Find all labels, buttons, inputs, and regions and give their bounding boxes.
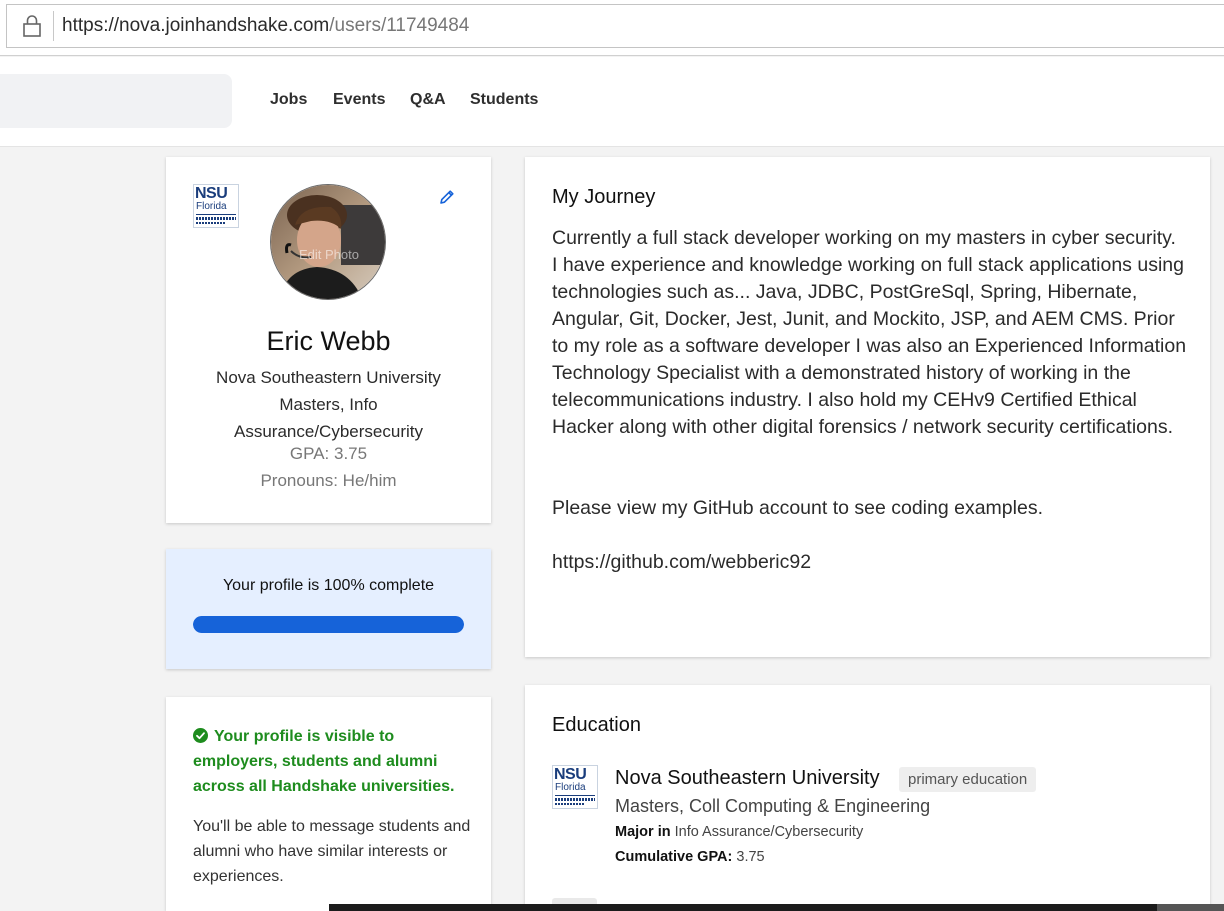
education-gpa: Cumulative GPA: 3.75	[615, 849, 765, 865]
nav-students[interactable]: Students	[470, 91, 538, 109]
journey-body: Currently a full stack developer working…	[552, 225, 1192, 576]
avatar-photo	[271, 185, 385, 299]
visibility-body: You'll be able to message students and a…	[193, 818, 471, 885]
nav-jobs[interactable]: Jobs	[270, 91, 307, 109]
lock-icon	[23, 15, 41, 37]
journey-title: My Journey	[552, 186, 656, 208]
progress-text: Your profile is 100% complete	[222, 577, 435, 594]
journey-paragraph-1: Currently a full stack developer working…	[552, 227, 1176, 249]
visibility-card: Your profile is visible to employers, st…	[166, 697, 491, 911]
browser-toolbar: https://nova.joinhandshake.com/users/117…	[0, 0, 1224, 56]
url-host: https://nova.joinhandshake.com	[62, 15, 330, 36]
taskbar	[329, 904, 1224, 911]
major-label: Major in	[615, 824, 671, 840]
top-navigation: Jobs Events Q&A Students	[0, 57, 1224, 147]
visibility-headline: Your profile is visible to employers, st…	[193, 724, 473, 799]
github-link[interactable]: https://github.com/webberic92	[552, 549, 1192, 576]
edu-logo-subtext: Florida	[555, 782, 586, 793]
url-path: /users/11749484	[329, 15, 470, 36]
journey-paragraph-2: I have experience and knowledge working …	[552, 254, 1187, 438]
check-circle-icon	[193, 728, 208, 743]
journey-card: My Journey Currently a full stack develo…	[525, 157, 1210, 657]
profile-school: Nova Southeastern University Masters, In…	[166, 364, 491, 445]
nav-events[interactable]: Events	[333, 91, 385, 109]
url-text[interactable]: https://nova.joinhandshake.com/users/117…	[62, 15, 469, 37]
taskbar-edge	[1157, 904, 1224, 911]
nav-qa[interactable]: Q&A	[410, 91, 446, 109]
progress-bar	[193, 616, 464, 633]
school-line-2: Masters, Info	[279, 395, 378, 414]
progress-fill	[193, 616, 464, 633]
education-school-logo: NSU Florida	[552, 765, 598, 809]
visibility-headline-text: Your profile is visible to employers, st…	[193, 728, 455, 795]
primary-education-badge: primary education	[899, 767, 1037, 792]
school-line-3: Assurance/Cybersecurity	[234, 422, 423, 441]
education-card: Education NSU Florida Nova Southeastern …	[525, 685, 1210, 911]
education-school-name[interactable]: Nova Southeastern University	[615, 767, 880, 790]
avatar[interactable]: Edit Photo	[270, 184, 386, 300]
search-input[interactable]	[0, 74, 232, 128]
profile-gpa: GPA: 3.75	[289, 444, 368, 463]
education-degree: Masters, Coll Computing & Engineering	[615, 796, 931, 816]
profile-name: Eric Webb	[266, 326, 391, 356]
school-logo: NSU Florida	[193, 184, 239, 228]
profile-progress-card: Your profile is 100% complete	[166, 549, 491, 669]
education-title: Education	[552, 714, 641, 736]
edit-pencil-icon[interactable]	[438, 188, 456, 206]
school-line-1: Nova Southeastern University	[216, 368, 441, 387]
profile-pronouns: Pronouns: He/him	[260, 471, 397, 490]
education-major: Major in Info Assurance/Cybersecurity	[615, 824, 863, 840]
profile-card: NSU Florida Edit Photo Eric Webb Nova So…	[166, 157, 491, 523]
major-value: Info Assurance/Cybersecurity	[670, 824, 864, 840]
logo-subtext: Florida	[196, 201, 227, 212]
journey-paragraph-3: Please view my GitHub account to see cod…	[552, 497, 1043, 519]
address-bar[interactable]: https://nova.joinhandshake.com/users/117…	[6, 4, 1224, 48]
edit-photo-label: Edit Photo	[299, 247, 359, 262]
gpa-value: 3.75	[732, 849, 765, 865]
gpa-label: Cumulative GPA:	[615, 849, 733, 865]
address-divider	[53, 11, 54, 41]
